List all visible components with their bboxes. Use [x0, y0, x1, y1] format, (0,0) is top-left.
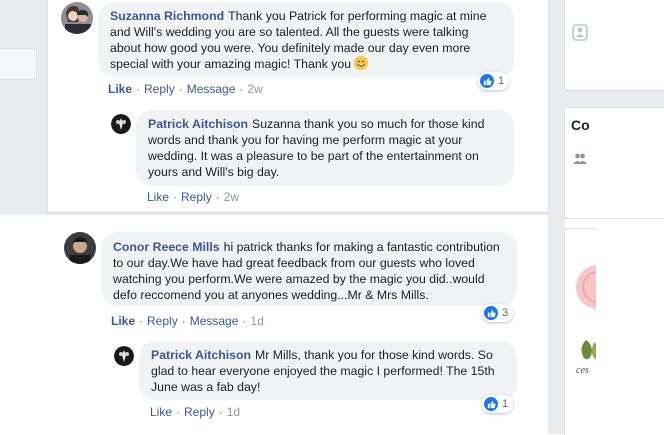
comment-bubble-1: Suzanna Richmond Thank you Patrick for pe… [98, 2, 514, 77]
smiling-face-emoji-icon [354, 56, 369, 70]
reply-author-2[interactable]: Patrick Aitchison [151, 348, 251, 362]
reply-bubble-1: Patrick Aitchison Suzanna thank you so mu… [136, 110, 514, 186]
comment-actions-1: Like · Reply · Message · 2w [108, 82, 263, 96]
left-strip [0, 229, 47, 434]
logo-text: ces [576, 365, 589, 376]
people-icon-top[interactable] [570, 22, 592, 44]
reply-link[interactable]: Reply [181, 190, 212, 204]
reply-actions-1: Like · Reply · 2w [147, 190, 240, 204]
like-link[interactable]: Like [111, 314, 135, 328]
right-edge-strip [596, 228, 664, 434]
message-link[interactable]: Message [190, 314, 239, 328]
reaction-count-3: 1 [502, 398, 509, 410]
reply-timestamp[interactable]: 2w [224, 190, 239, 204]
comment-timestamp[interactable]: 1d [250, 314, 263, 328]
reply-link[interactable]: Reply [184, 405, 215, 419]
left-panel-fragment [0, 48, 37, 80]
suzanna-avatar[interactable] [61, 2, 93, 34]
reaction-count-1: 1 [498, 75, 505, 87]
thumbs-up-icon [484, 397, 498, 411]
message-link[interactable]: Message [187, 82, 236, 96]
comment-author-1[interactable]: Suzanna Richmond [110, 9, 224, 23]
reply-timestamp[interactable]: 1d [227, 405, 240, 419]
reply-actions-2: Like · Reply · 1d [150, 405, 241, 419]
patrick-avatar[interactable] [114, 346, 134, 366]
patrick-avatar[interactable] [111, 114, 131, 134]
reply-bubble-2: Patrick Aitchison Mr Mills, thank you for… [139, 341, 517, 400]
thumbs-up-icon [484, 306, 498, 320]
floral-logo-thumbnail[interactable] [576, 262, 596, 312]
like-link[interactable]: Like [147, 190, 169, 204]
comment-timestamp[interactable]: 2w [247, 82, 262, 96]
reaction-count-2: 3 [502, 307, 509, 319]
comment-author-2[interactable]: Conor Reece Mills [113, 240, 220, 254]
right-widget-heading: Co [571, 117, 590, 133]
right-gutter [548, 0, 564, 434]
like-link[interactable]: Like [108, 82, 132, 96]
reply-author-1[interactable]: Patrick Aitchison [148, 117, 248, 131]
green-logo-thumbnail[interactable]: ces [576, 338, 598, 378]
reaction-badge-2[interactable]: 3 [482, 304, 514, 322]
reply-link[interactable]: Reply [147, 314, 178, 328]
conor-avatar[interactable] [64, 232, 96, 264]
thumbs-up-icon [480, 74, 494, 88]
reaction-badge-1[interactable]: 1 [478, 72, 510, 90]
reaction-badge-3[interactable]: 1 [482, 395, 514, 413]
reply-link[interactable]: Reply [144, 82, 175, 96]
comment-actions-2: Like · Reply · Message · 1d [111, 314, 264, 328]
like-link[interactable]: Like [150, 405, 172, 419]
comment-bubble-2: Conor Reece Mills hi patrick thanks for m… [101, 232, 517, 306]
people-icon [573, 153, 587, 165]
right-edge-strip-top [596, 0, 664, 90]
